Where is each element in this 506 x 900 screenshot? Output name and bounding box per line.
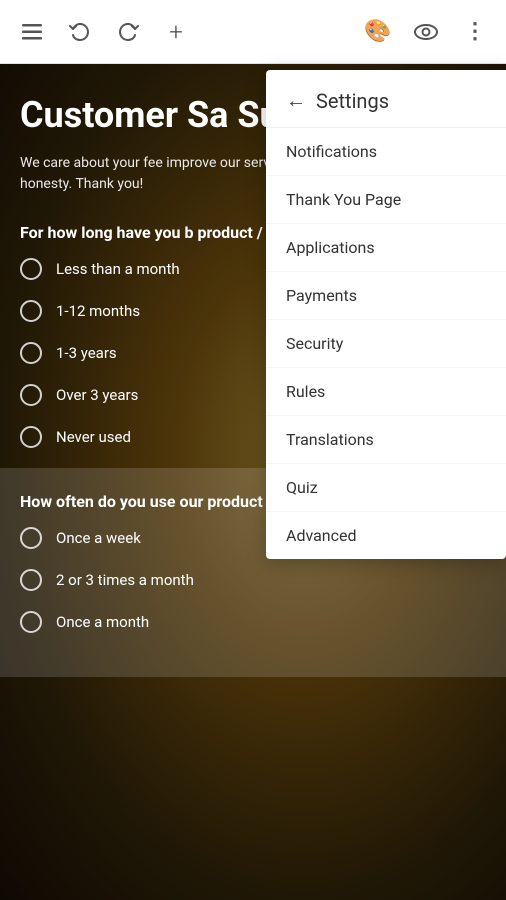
add-icon[interactable]: + (156, 12, 196, 52)
settings-item-translations[interactable]: Translations (266, 416, 506, 464)
toolbar: + 🎨 ⋮ (0, 0, 506, 64)
radio-circle (20, 611, 42, 633)
radio-circle (20, 258, 42, 280)
option-label: Over 3 years (56, 386, 138, 404)
settings-item-advanced[interactable]: Advanced (266, 512, 506, 559)
preview-icon[interactable] (406, 12, 446, 52)
option-once-a-month[interactable]: Once a month (20, 611, 486, 633)
option-label: 1-12 months (56, 302, 140, 320)
option-label: Less than a month (56, 260, 180, 278)
settings-item-payments[interactable]: Payments (266, 272, 506, 320)
settings-menu: NotificationsThank You PageApplicationsP… (266, 128, 506, 559)
option-label: 1-3 years (56, 344, 117, 362)
settings-item-thank-you-page[interactable]: Thank You Page (266, 176, 506, 224)
settings-header: ← Settings (266, 70, 506, 128)
option-label: Once a month (56, 613, 149, 631)
radio-circle (20, 300, 42, 322)
radio-circle (20, 426, 42, 448)
option-2-3-times-month[interactable]: 2 or 3 times a month (20, 569, 486, 591)
radio-circle (20, 527, 42, 549)
radio-circle (20, 342, 42, 364)
settings-dropdown: ← Settings NotificationsThank You PageAp… (266, 70, 506, 559)
back-button[interactable]: ← (286, 88, 306, 113)
settings-item-quiz[interactable]: Quiz (266, 464, 506, 512)
palette-icon[interactable]: 🎨 (358, 12, 398, 52)
option-label: Once a week (56, 529, 141, 547)
more-options-icon[interactable]: ⋮ (454, 12, 494, 52)
option-label: 2 or 3 times a month (56, 571, 194, 589)
settings-item-rules[interactable]: Rules (266, 368, 506, 416)
undo-icon[interactable] (60, 12, 100, 52)
radio-circle (20, 384, 42, 406)
menu-icon[interactable] (12, 12, 52, 52)
settings-item-security[interactable]: Security (266, 320, 506, 368)
settings-item-notifications[interactable]: Notifications (266, 128, 506, 176)
redo-icon[interactable] (108, 12, 148, 52)
radio-circle (20, 569, 42, 591)
option-label: Never used (56, 428, 131, 446)
settings-title: Settings (316, 89, 389, 113)
settings-item-applications[interactable]: Applications (266, 224, 506, 272)
